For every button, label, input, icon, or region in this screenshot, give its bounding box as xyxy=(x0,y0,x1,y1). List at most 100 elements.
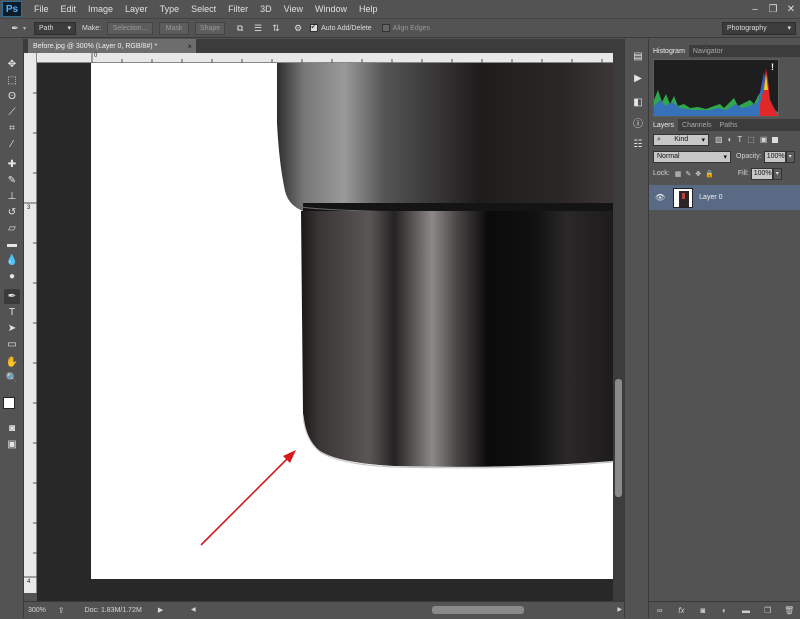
restore-button[interactable]: ❐ xyxy=(764,0,782,18)
path-arrangement-icon[interactable]: ⇅ xyxy=(269,21,283,35)
horizontal-scroll-thumb[interactable] xyxy=(432,606,524,614)
history-brush-tool-icon[interactable]: ↺ xyxy=(4,205,20,220)
make-mask-button[interactable]: Mask xyxy=(159,21,190,35)
shape-filter-icon[interactable]: ⬚ xyxy=(747,135,755,144)
dodge-tool-icon[interactable]: ● xyxy=(4,269,20,284)
horizontal-scrollbar[interactable]: ◀ ▶ xyxy=(189,602,624,619)
tab-navigator[interactable]: Navigator xyxy=(689,45,727,57)
menu-image[interactable]: Image xyxy=(82,4,119,14)
opacity-dropdown[interactable]: ▾ xyxy=(785,150,795,163)
canvas-area[interactable] xyxy=(37,63,613,601)
warning-icon[interactable]: ! xyxy=(771,62,774,72)
menu-select[interactable]: Select xyxy=(185,4,222,14)
scroll-right-icon[interactable]: ▶ xyxy=(617,606,622,613)
marquee-tool-icon[interactable]: ⬚ xyxy=(4,73,20,88)
vertical-scrollbar[interactable] xyxy=(613,53,624,601)
adjustment-layer-icon[interactable]: ◐ xyxy=(718,604,730,616)
menu-type[interactable]: Type xyxy=(154,4,186,14)
eraser-tool-icon[interactable]: ▱ xyxy=(4,221,20,236)
clone-stamp-tool-icon[interactable]: ⊥ xyxy=(4,189,20,204)
eyedropper-tool-icon[interactable]: ⁄ xyxy=(4,137,20,152)
blend-mode-select[interactable]: Normal ▾ xyxy=(653,150,731,163)
gear-icon[interactable]: ⚙ xyxy=(291,21,305,35)
layer-thumbnail[interactable] xyxy=(673,187,694,208)
layer-name[interactable]: Layer 0 xyxy=(699,194,722,201)
pixel-filter-icon[interactable]: ▨ xyxy=(715,135,723,144)
zoom-tool-icon[interactable]: 🔍 xyxy=(4,371,20,386)
eye-icon[interactable]: 👁 xyxy=(655,193,665,202)
type-tool-icon[interactable]: T xyxy=(4,305,20,320)
menu-edit[interactable]: Edit xyxy=(55,4,83,14)
link-layers-icon[interactable]: ∞ xyxy=(654,604,666,616)
minimize-button[interactable]: – xyxy=(746,0,764,18)
make-shape-button[interactable]: Shape xyxy=(195,21,226,35)
path-operations-icon[interactable]: ⧉ xyxy=(233,21,247,35)
hand-tool-icon[interactable]: ✋ xyxy=(4,355,20,370)
gradient-tool-icon[interactable]: ▬ xyxy=(4,237,20,252)
lasso-tool-icon[interactable]: ʘ xyxy=(4,89,20,104)
filter-kind-select[interactable]: ⌕ Kind ▾ xyxy=(653,133,709,146)
close-window-button[interactable]: ✕ xyxy=(782,0,800,18)
pen-tool-icon[interactable]: ✒ xyxy=(4,289,20,304)
smart-object-filter-icon[interactable]: ▣ xyxy=(760,135,768,144)
document-tab[interactable]: Before.jpg @ 300% (Layer 0, RGB/8#) * × xyxy=(28,39,196,53)
tab-histogram[interactable]: Histogram xyxy=(649,45,689,57)
quick-select-tool-icon[interactable]: ⟋ xyxy=(4,105,20,120)
foreground-color-swatch[interactable] xyxy=(3,397,15,409)
menu-filter[interactable]: Filter xyxy=(222,4,254,14)
history-panel-icon[interactable]: ▤ xyxy=(631,49,645,63)
lock-all-icon[interactable]: 🔒 xyxy=(705,170,714,178)
auto-add-delete-checkbox[interactable] xyxy=(310,21,319,32)
tab-channels[interactable]: Channels xyxy=(678,119,716,131)
vertical-scroll-thumb[interactable] xyxy=(615,379,622,497)
opacity-input[interactable]: 100% xyxy=(763,150,786,163)
pen-tool-preset-icon[interactable]: ✒ xyxy=(8,21,22,35)
trash-icon[interactable]: 🗑 xyxy=(783,604,795,616)
fill-input[interactable]: 100% xyxy=(750,167,773,180)
lock-pixels-icon[interactable]: ▦ xyxy=(675,170,682,178)
align-edges-checkbox[interactable] xyxy=(381,24,390,32)
workspace-select[interactable]: Photography ▾ xyxy=(722,21,796,35)
blur-tool-icon[interactable]: 💧 xyxy=(4,253,20,268)
menu-3d[interactable]: 3D xyxy=(254,4,278,14)
brush-tool-icon[interactable]: ✎ xyxy=(4,173,20,188)
quick-mask-icon[interactable]: ◙ xyxy=(4,421,20,436)
tab-paths[interactable]: Paths xyxy=(716,119,742,131)
fx-icon[interactable]: fx xyxy=(675,604,687,616)
healing-brush-tool-icon[interactable]: ✚ xyxy=(4,157,20,172)
crop-tool-icon[interactable]: ⌗ xyxy=(4,121,20,136)
folder-icon[interactable]: ▬ xyxy=(740,604,752,616)
menu-file[interactable]: File xyxy=(28,4,55,14)
adjustments-panel-icon[interactable]: ◧ xyxy=(631,95,645,109)
new-layer-icon[interactable]: ❐ xyxy=(762,604,774,616)
fill-dropdown[interactable]: ▾ xyxy=(772,167,782,180)
document-canvas[interactable] xyxy=(91,63,613,579)
path-selection-tool-icon[interactable]: ➤ xyxy=(4,321,20,336)
export-icon[interactable]: ⇪ xyxy=(58,606,65,615)
screen-mode-icon[interactable]: ▣ xyxy=(4,437,20,452)
add-mask-icon[interactable]: ◙ xyxy=(697,604,709,616)
tab-layers[interactable]: Layers xyxy=(649,119,679,131)
adjustment-filter-icon[interactable]: ◐ xyxy=(728,135,733,144)
lock-position-icon[interactable]: ✥ xyxy=(695,170,701,178)
play-icon[interactable]: ▶ xyxy=(158,606,163,614)
make-selection-button[interactable]: Selection... xyxy=(107,21,154,35)
close-document-button[interactable]: × xyxy=(187,42,192,51)
menu-window[interactable]: Window xyxy=(309,4,353,14)
actions-panel-icon[interactable]: ▶ xyxy=(631,71,645,85)
zoom-level[interactable]: 300% xyxy=(28,607,46,614)
scroll-left-icon[interactable]: ◀ xyxy=(191,606,196,613)
layer-row[interactable]: 👁 Layer 0 xyxy=(649,185,800,210)
move-tool-icon[interactable]: ✥ xyxy=(4,57,20,72)
menu-help[interactable]: Help xyxy=(353,4,384,14)
filter-toggle[interactable] xyxy=(772,136,779,143)
menu-view[interactable]: View xyxy=(278,4,309,14)
type-filter-icon[interactable]: T xyxy=(737,135,742,144)
menu-layer[interactable]: Layer xyxy=(119,4,154,14)
tool-mode-select[interactable]: Path ▾ xyxy=(34,21,77,35)
rectangle-tool-icon[interactable]: ▭ xyxy=(4,337,20,352)
lock-paint-icon[interactable]: ✎ xyxy=(685,170,691,178)
info-panel-icon[interactable]: ⓘ xyxy=(631,115,645,130)
path-alignment-icon[interactable]: ☰ xyxy=(251,21,265,35)
properties-panel-icon[interactable]: ☷ xyxy=(631,137,645,151)
